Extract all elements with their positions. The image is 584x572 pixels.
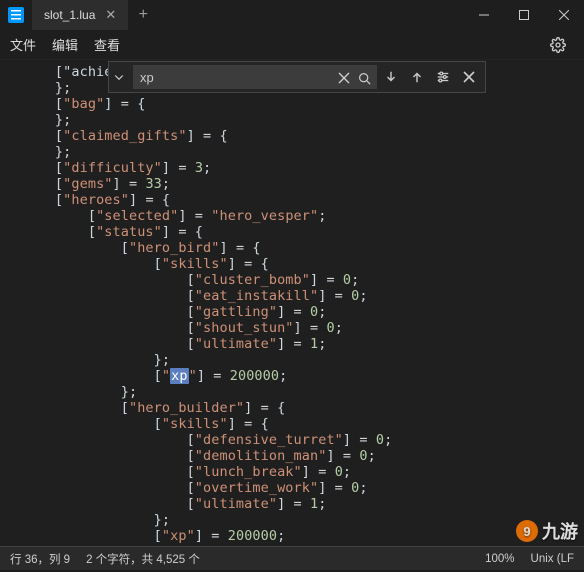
tab-active[interactable]: slot_1.lua ✕ [32,0,128,30]
menu-file[interactable]: 文件 [10,35,36,54]
find-bar [108,61,486,93]
titlebar: slot_1.lua ✕ + [0,0,584,30]
status-chars: 2 个字符，共 4,525 个 [86,551,200,567]
menu-view[interactable]: 查看 [94,35,120,54]
find-prev-icon[interactable] [405,65,429,89]
close-tab-icon[interactable]: ✕ [105,7,116,23]
tab-label: slot_1.lua [44,8,95,22]
clear-icon[interactable] [335,69,353,87]
window-maximize-button[interactable] [504,0,544,30]
window-minimize-button[interactable] [464,0,504,30]
find-options-icon[interactable] [431,65,455,89]
watermark-brand: 九游 [542,518,578,544]
new-tab-button[interactable]: + [128,6,158,24]
statusbar: 行 36，列 9 2 个字符，共 4,525 个 100% Unix (LF [0,546,584,570]
find-close-icon[interactable] [457,65,481,89]
status-line-ending[interactable]: Unix (LF [531,553,574,565]
status-cursor[interactable]: 行 36，列 9 [10,551,70,567]
editor-area[interactable]: ["achievem' }; ["bag"] = { }; ["claimed_… [0,60,584,546]
window-close-button[interactable] [544,0,584,30]
menubar: 文件 编辑 查看 [0,30,584,60]
watermark-logo: 9 [516,520,538,542]
find-next-icon[interactable] [379,65,403,89]
find-expand-toggle[interactable] [113,71,131,83]
settings-icon[interactable] [550,37,574,53]
watermark: 9 九游 [516,518,578,544]
status-zoom[interactable]: 100% [485,553,514,565]
search-icon[interactable] [355,69,373,87]
code-content[interactable]: ["achievem' }; ["bag"] = { }; ["claimed_… [0,60,584,546]
app-icon [8,7,24,23]
menu-edit[interactable]: 编辑 [52,35,78,54]
